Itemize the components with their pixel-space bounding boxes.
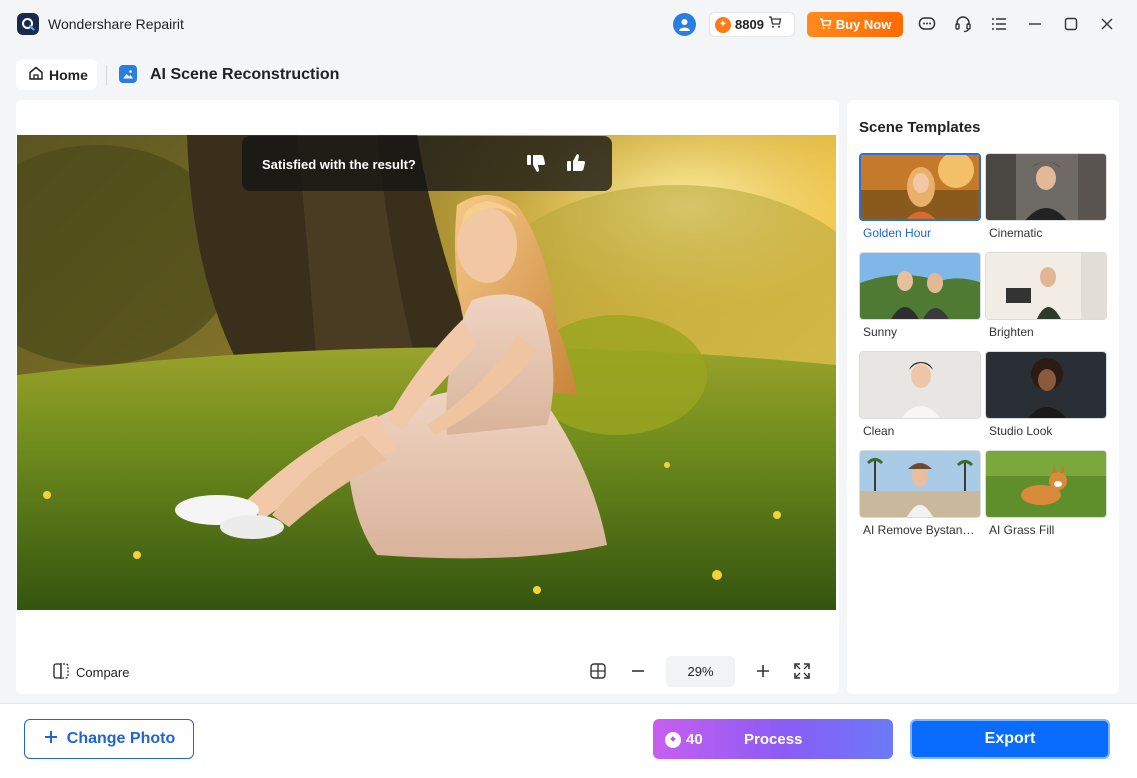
template-thumbnail: [985, 450, 1107, 518]
menu-icon[interactable]: [988, 13, 1010, 35]
feedback-question: Satisfied with the result?: [262, 157, 416, 172]
user-avatar[interactable]: [673, 13, 696, 36]
change-photo-label: Change Photo: [66, 730, 176, 747]
template-label: Golden Hour: [863, 226, 932, 240]
template-thumbnail: [859, 252, 981, 320]
templates-title: Scene Templates: [859, 119, 981, 136]
headset-icon[interactable]: [952, 13, 974, 35]
template-label: AI Grass Fill: [989, 523, 1055, 537]
template-thumbnail: [985, 252, 1107, 320]
close-icon[interactable]: [1096, 13, 1118, 35]
export-button[interactable]: Export: [910, 719, 1110, 759]
page-title: AI Scene Reconstruction: [150, 66, 340, 83]
template-brighten[interactable]: Brighten: [985, 252, 1107, 343]
coin-icon: ✦: [715, 16, 731, 33]
template-studio-look[interactable]: Studio Look: [985, 351, 1107, 442]
template-label: Studio Look: [989, 424, 1053, 438]
process-label: Process: [744, 731, 803, 748]
home-button[interactable]: Home: [16, 59, 97, 90]
template-ai-grass-fill[interactable]: AI Grass Fill: [985, 450, 1107, 541]
cart-icon: [819, 17, 832, 33]
template-label: Cinematic: [989, 226, 1043, 240]
compare-button[interactable]: Compare: [52, 661, 129, 683]
credits-count: 8809: [735, 17, 764, 32]
app-title: Wondershare Repairit: [48, 16, 184, 32]
change-photo-button[interactable]: Change Photo: [24, 719, 194, 759]
home-icon: [28, 65, 44, 84]
zoom-out-icon[interactable]: [627, 660, 649, 682]
buy-now-label: Buy Now: [835, 17, 892, 32]
thumbs-down-icon[interactable]: [525, 152, 547, 174]
template-label: Sunny: [863, 325, 898, 339]
minimize-icon[interactable]: [1024, 13, 1046, 35]
process-cost-value: 40: [686, 731, 703, 748]
chat-icon[interactable]: [916, 13, 938, 35]
cart-icon: [768, 15, 782, 34]
process-cost: ✦ 40: [665, 731, 703, 748]
home-label: Home: [49, 66, 88, 83]
template-golden-hour[interactable]: Golden Hour: [859, 153, 981, 244]
template-ai-remove-bystanders[interactable]: AI Remove Bystand...: [859, 450, 981, 541]
zoom-level: 29%: [666, 656, 735, 687]
breadcrumb-divider: [106, 65, 107, 85]
credits-badge[interactable]: ✦ 8809: [709, 12, 795, 37]
template-clean[interactable]: Clean: [859, 351, 981, 442]
template-label: Brighten: [989, 325, 1034, 339]
template-thumbnail: [985, 153, 1107, 221]
export-label: Export: [984, 730, 1036, 747]
template-label: Clean: [863, 424, 895, 438]
compare-label: Compare: [76, 664, 130, 680]
template-thumbnail: [859, 153, 981, 221]
template-thumbnail: [859, 450, 981, 518]
template-thumbnail: [859, 351, 981, 419]
template-label: AI Remove Bystand...: [863, 523, 977, 537]
template-sunny[interactable]: Sunny: [859, 252, 981, 343]
maximize-icon[interactable]: [1060, 13, 1082, 35]
plus-icon: [43, 729, 59, 750]
feedback-bar: Satisfied with the result?: [242, 136, 612, 191]
thumbs-up-icon[interactable]: [565, 152, 587, 174]
fullscreen-icon[interactable]: [791, 660, 813, 682]
fit-grid-icon[interactable]: [587, 660, 609, 682]
app-logo-icon: [17, 13, 39, 35]
image-icon: [119, 65, 137, 83]
process-button[interactable]: ✦ 40 Process: [653, 719, 893, 759]
credit-icon: ✦: [665, 731, 681, 748]
buy-now-button[interactable]: Buy Now: [807, 12, 903, 37]
template-cinematic[interactable]: Cinematic: [985, 153, 1107, 244]
compare-icon: [52, 662, 70, 683]
title-bar: Wondershare Repairit ✦ 8809 Buy Now: [0, 0, 1137, 48]
template-thumbnail: [985, 351, 1107, 419]
zoom-in-icon[interactable]: [752, 660, 774, 682]
result-photo: [17, 135, 836, 610]
